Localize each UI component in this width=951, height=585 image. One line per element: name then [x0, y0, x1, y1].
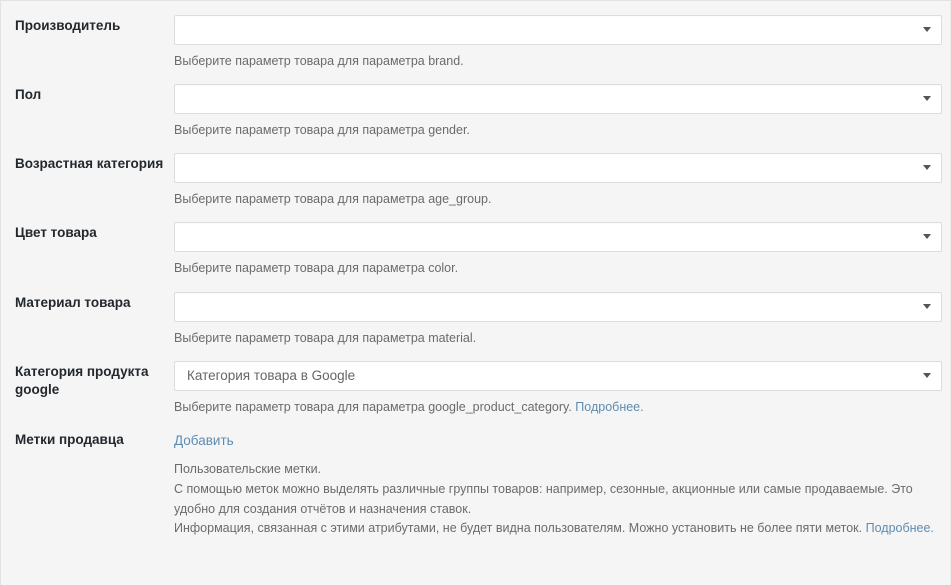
- select-color[interactable]: [174, 222, 942, 253]
- field-label-brand: Производитель: [15, 18, 121, 33]
- field-label-material: Материал товара: [15, 294, 131, 310]
- learn-more-link-custom-labels[interactable]: Подробнее.: [866, 521, 934, 535]
- field-help-gender: Выберите параметр товара для параметра g…: [174, 123, 470, 138]
- field-label-age-group: Возрастная категория: [15, 156, 164, 172]
- select-material[interactable]: [174, 291, 942, 322]
- select-age-group[interactable]: [174, 153, 942, 184]
- field-help-material: Выберите параметр товара для параметра m…: [174, 330, 477, 345]
- description-line-1: Пользовательские метки.: [174, 462, 322, 477]
- select-wrapper-gender: [174, 84, 942, 115]
- select-wrapper-color: [174, 222, 942, 253]
- learn-more-link-google-product-category[interactable]: Подробнее.: [575, 400, 643, 414]
- product-attributes-form: Производитель Выберите параметр товара д…: [1, 1, 950, 539]
- settings-form-panel: Производитель Выберите параметр товара д…: [0, 0, 951, 585]
- form-row-custom-labels: Метки продавца Добавить Пользовательские…: [1, 417, 950, 539]
- select-wrapper-material: [174, 291, 942, 322]
- custom-labels-description: Пользовательские метки. С помощью меток …: [174, 460, 940, 539]
- add-custom-label-button[interactable]: Добавить: [174, 433, 234, 448]
- field-label-custom-labels: Метки продавца: [15, 432, 124, 448]
- field-label-google-product-category: Категория продукта google: [15, 363, 149, 397]
- field-cell-google-product-category: Категория товара в Google Выберите парам…: [174, 347, 950, 417]
- field-cell-custom-labels: Добавить Пользовательские метки. С помощ…: [174, 417, 950, 539]
- field-cell-gender: Выберите параметр товара для параметра g…: [174, 70, 950, 139]
- field-cell-color: Выберите параметр товара для параметра c…: [174, 208, 950, 277]
- select-google-product-category[interactable]: Категория товара в Google: [174, 360, 942, 391]
- description-line-3-text: Информация, связанная с этими атрибутами…: [174, 521, 863, 536]
- select-wrapper-brand: [174, 15, 942, 45]
- field-help-color: Выберите параметр товара для параметра c…: [174, 261, 459, 276]
- form-row-material: Материал товара Выберите параметр товара…: [1, 278, 950, 347]
- field-cell-material: Выберите параметр товара для параметра m…: [174, 278, 950, 347]
- select-wrapper-age-group: [174, 153, 942, 184]
- field-cell-age-group: Выберите параметр товара для параметра a…: [174, 139, 950, 208]
- form-row-age-group: Возрастная категория Выберите параметр т…: [1, 139, 950, 208]
- form-row-brand: Производитель Выберите параметр товара д…: [1, 1, 950, 70]
- field-help-google-product-category: Выберите параметр товара для параметра g…: [174, 398, 940, 416]
- field-cell-brand: Выберите параметр товара для параметра b…: [174, 1, 950, 70]
- field-label-color: Цвет товара: [15, 225, 97, 241]
- select-brand[interactable]: [174, 15, 942, 45]
- field-help-brand: Выберите параметр товара для параметра b…: [174, 54, 464, 68]
- form-row-color: Цвет товара Выберите параметр товара для…: [1, 208, 950, 277]
- select-gender[interactable]: [174, 84, 942, 115]
- description-line-2: С помощью меток можно выделять различные…: [174, 481, 913, 516]
- select-wrapper-google-product-category: Категория товара в Google: [174, 360, 942, 391]
- field-help-text: Выберите параметр товара для параметра g…: [174, 399, 576, 414]
- description-line-3: Информация, связанная с этими атрибутами…: [174, 519, 940, 539]
- field-label-gender: Пол: [15, 87, 42, 103]
- form-row-gender: Пол Выберите параметр товара для парамет…: [1, 70, 950, 139]
- field-help-age-group: Выберите параметр товара для параметра a…: [174, 192, 492, 207]
- form-row-google-product-category: Категория продукта google Категория това…: [1, 347, 950, 417]
